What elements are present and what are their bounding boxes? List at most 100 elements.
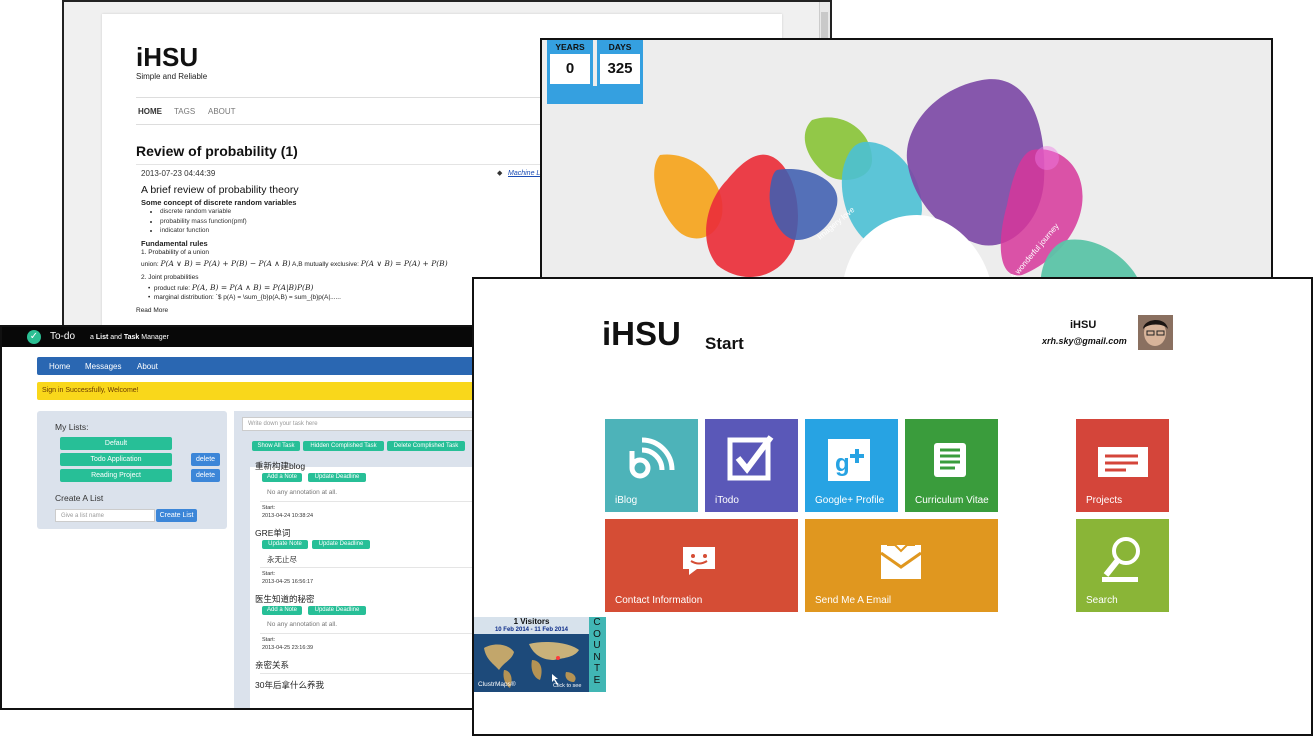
update-deadline-button[interactable]: Update Deadline — [312, 540, 370, 549]
start-window: iHSU Start iHSU xrh.sky@gmail.com iBlog … — [472, 277, 1313, 736]
todo-app-name[interactable]: To-do — [50, 331, 75, 342]
task-note: No any annotation at all. — [267, 489, 338, 496]
avatar — [1138, 315, 1173, 350]
task-title[interactable]: 重新构建blog — [255, 460, 305, 472]
tile-send-email[interactable]: Send Me A Email — [805, 519, 998, 612]
nav-about[interactable]: ABOUT — [208, 107, 236, 116]
divider — [260, 567, 475, 568]
create-list-label: Create A List — [55, 493, 104, 503]
delete-button[interactable]: delete — [191, 453, 220, 466]
rule1-text: union: P(A ∨ B) = P(A) + P(B) − P(A ∧ B)… — [141, 259, 448, 268]
hide-complished-button[interactable]: Hidden Complished Task — [303, 441, 384, 451]
nav-tags[interactable]: TAGS — [174, 107, 195, 116]
blog-tagline: Simple and Reliable — [136, 72, 208, 81]
clustrmaps-widget[interactable]: 1 Visitors 10 Feb 2014 - 11 Feb 2014 Clu… — [474, 617, 606, 692]
rule2-title: 2. Joint probabilities — [141, 274, 199, 281]
delete-button[interactable]: delete — [191, 469, 220, 482]
task-note: No any annotation at all. — [267, 621, 338, 628]
email-address: xrh.sky@gmail.com — [1042, 336, 1127, 346]
rules-heading: Fundamental rules — [141, 239, 208, 248]
tile-label: iBlog — [615, 495, 638, 506]
task-start-label: Start: — [262, 505, 276, 511]
update-note-button[interactable]: Update Note — [262, 540, 308, 549]
tile-projects[interactable]: Projects — [1076, 419, 1169, 512]
create-list-button[interactable]: Create List — [156, 509, 197, 522]
nav-home[interactable]: HOME — [138, 107, 162, 116]
add-note-button[interactable]: Add a Note — [262, 473, 302, 482]
nav-home[interactable]: Home — [49, 362, 70, 371]
petal-artwork: Imagery love A wonderful journey — [654, 79, 1141, 286]
list-item: probability mass function(pmf) — [160, 217, 247, 227]
divider — [260, 633, 475, 634]
list-button-default[interactable]: Default — [60, 437, 172, 450]
my-lists-label: My Lists: — [55, 422, 89, 432]
list-button-todo-application[interactable]: Todo Application — [60, 453, 172, 466]
tile-label: Projects — [1086, 495, 1123, 506]
post-date: 2013-07-23 04:44:39 — [141, 169, 216, 178]
blog-site-title[interactable]: iHSU — [136, 42, 198, 73]
list-name-input[interactable]: Give a list name — [55, 509, 155, 522]
tile-label: Curriculum Vitae — [915, 495, 989, 506]
clustrmaps-logo: ClustrMaps® — [478, 681, 516, 688]
update-deadline-button[interactable]: Update Deadline — [308, 606, 366, 615]
delete-complished-button[interactable]: Delete Complished Task — [387, 441, 465, 451]
svg-text:g: g — [835, 450, 850, 477]
post-tag-link[interactable]: Machine Le — [508, 170, 544, 177]
task-note: 永无止尽 — [267, 555, 297, 564]
task-title[interactable]: 亲密关系 — [255, 659, 289, 671]
nav-about[interactable]: About — [137, 362, 158, 371]
tile-label: Google+ Profile — [815, 495, 885, 506]
username: iHSU — [1070, 319, 1097, 331]
rule2-bullet-1: • product rule: P(A, B) = P(A ∧ B) = P(A… — [148, 283, 314, 292]
tile-label: Contact Information — [615, 595, 703, 606]
tile-itodo[interactable]: iTodo — [705, 419, 798, 512]
add-note-button[interactable]: Add a Note — [262, 606, 302, 615]
rule1-title: 1. Probability of a union — [141, 249, 209, 256]
update-deadline-button[interactable]: Update Deadline — [308, 473, 366, 482]
click-to-see: Click to see — [553, 683, 582, 689]
task-input[interactable]: Write down your task here — [242, 417, 480, 431]
post-heading: A brief review of probability theory — [141, 184, 299, 196]
tile-label: iTodo — [715, 495, 739, 506]
read-more-link[interactable]: Read More — [136, 307, 168, 314]
visitor-dates: 10 Feb 2014 - 11 Feb 2014 — [474, 626, 589, 634]
check-icon: ✓ — [27, 330, 41, 344]
todo-tagline: a List and Task Manager — [90, 334, 169, 341]
task-start-label: Start: — [262, 571, 276, 577]
visitor-count: 1 Visitors — [474, 617, 589, 626]
counter-badge: COUNTE — [589, 617, 606, 692]
start-title: iHSU — [602, 315, 681, 352]
list-button-reading-project[interactable]: Reading Project — [60, 469, 172, 482]
concept-list: discrete random variable probability mas… — [154, 207, 247, 236]
post-subheading: Some concept of discrete random variable… — [141, 198, 297, 207]
task-start-time: 2013-04-24 10:38:24 — [262, 513, 314, 519]
lists-panel: My Lists: Default Todo Application delet… — [37, 411, 227, 529]
task-list: 重新构建blog Add a Note Update Deadline No a… — [250, 461, 480, 708]
todo-window: ✓ To-do a List and Task Manager Home Mes… — [0, 325, 482, 710]
task-title[interactable]: 30年后拿什么养我 — [255, 679, 324, 691]
divider — [260, 673, 475, 674]
tile-label: Search — [1086, 595, 1118, 606]
anniversary-window: YEARS 0 DAYS 325 Imagery love A wonderfu… — [540, 38, 1273, 288]
nav-messages[interactable]: Messages — [85, 362, 121, 371]
start-subtitle: Start — [705, 334, 744, 353]
tag-icon: ◆ — [497, 170, 503, 177]
tile-search[interactable]: Search — [1076, 519, 1169, 612]
todo-topbar: ✓ To-do a List and Task Manager — [2, 327, 480, 347]
tile-google-profile[interactable]: g Google+ Profile — [805, 419, 898, 512]
post-title[interactable]: Review of probability (1) — [136, 143, 298, 159]
task-title[interactable]: 医生知道的秘密 — [255, 593, 315, 605]
task-start-label: Start: — [262, 637, 276, 643]
success-alert: Sign in Successfully, Welcome! — [37, 382, 480, 400]
todo-nav: Home Messages About — [37, 357, 480, 375]
tile-curriculum-vitae[interactable]: Curriculum Vitae — [905, 419, 998, 512]
show-all-button[interactable]: Show All Task — [252, 441, 300, 451]
list-item: discrete random variable — [160, 207, 247, 217]
task-title[interactable]: GRE单词 — [255, 527, 290, 539]
tile-contact-information[interactable]: Contact Information — [605, 519, 798, 612]
divider — [260, 501, 475, 502]
rule2-bullet-2: • marginal distribution: `$ p(A) = \sum_… — [148, 294, 341, 301]
tile-iblog[interactable]: iBlog — [605, 419, 698, 512]
tile-label: Send Me A Email — [815, 595, 892, 606]
list-item: indicator function — [160, 226, 247, 236]
